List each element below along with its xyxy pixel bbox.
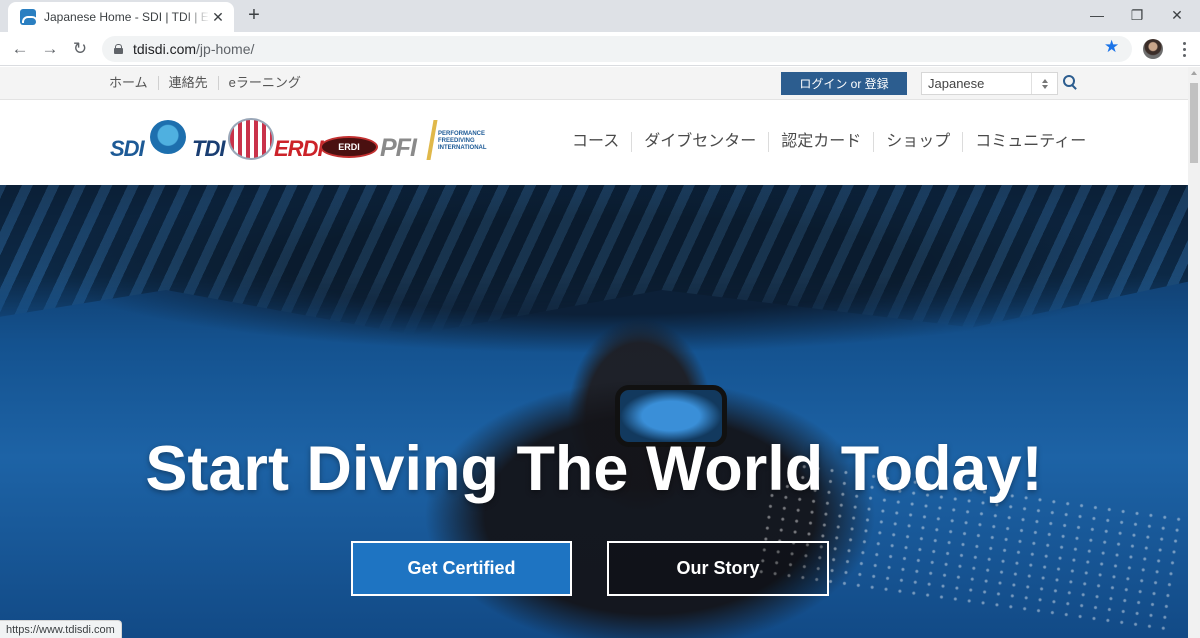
web-page: ホーム 連絡先 eラーニング ログイン or 登録 Japanese SDI T… bbox=[0, 67, 1188, 638]
utility-link-home[interactable]: ホーム bbox=[109, 76, 158, 90]
tdi-logo: TDI bbox=[192, 136, 225, 161]
erdi-logo: ERDI bbox=[274, 136, 324, 161]
browser-toolbar: ← → ↻ tdisdi.com/jp-home/ ★ bbox=[0, 32, 1200, 66]
plus-icon[interactable]: + bbox=[244, 5, 264, 25]
star-icon[interactable]: ★ bbox=[1104, 38, 1119, 55]
erdi-badge-icon: ERDI bbox=[320, 136, 378, 158]
select-arrows-icon bbox=[1031, 73, 1057, 94]
lock-icon[interactable] bbox=[114, 44, 123, 54]
sdi-logo: SDI bbox=[110, 136, 145, 161]
site-header: SDI TDI ERDI ERDI PFI PERFORMANCE FREEDI… bbox=[0, 100, 1188, 185]
nav-item-courses[interactable]: コース bbox=[560, 132, 631, 152]
back-icon[interactable]: ← bbox=[8, 37, 32, 61]
tdi-badge-icon bbox=[228, 118, 274, 160]
utility-links: ホーム 連絡先 eラーニング bbox=[109, 76, 311, 90]
login-register-button[interactable]: ログイン or 登録 bbox=[781, 72, 907, 95]
search-icon[interactable] bbox=[1063, 75, 1078, 90]
scrollbar-thumb[interactable] bbox=[1190, 83, 1198, 163]
sdi-badge-icon bbox=[150, 120, 186, 154]
url-text: tdisdi.com/jp-home/ bbox=[133, 41, 255, 57]
hero-reef-image bbox=[0, 185, 1188, 335]
close-icon[interactable]: ✕ bbox=[210, 9, 226, 25]
page-scrollbar[interactable] bbox=[1188, 67, 1200, 638]
tab-title: Japanese Home - SDI | TDI | ERDI bbox=[44, 10, 210, 24]
kebab-menu-icon[interactable] bbox=[1174, 39, 1194, 59]
language-select-value: Japanese bbox=[928, 76, 985, 91]
link-status-bar: https://www.tdisdi.com bbox=[0, 620, 122, 638]
browser-tab-strip: Japanese Home - SDI | TDI | ERDI ✕ + — ❐… bbox=[0, 0, 1200, 32]
nav-item-community[interactable]: コミュニティー bbox=[962, 132, 1098, 152]
reload-icon[interactable]: ↻ bbox=[68, 37, 92, 61]
our-story-button[interactable]: Our Story bbox=[607, 541, 829, 596]
browser-tab-active[interactable]: Japanese Home - SDI | TDI | ERDI ✕ bbox=[8, 2, 234, 32]
main-navigation: コース ダイブセンター 認定カード ショップ コミュニティー bbox=[560, 132, 1098, 152]
hero-banner: Start Diving The World Today! Get Certif… bbox=[0, 185, 1188, 638]
get-certified-button[interactable]: Get Certified bbox=[351, 541, 572, 596]
favicon-icon bbox=[20, 9, 36, 25]
pfi-swoosh-icon bbox=[426, 120, 438, 160]
hero-title: Start Diving The World Today! bbox=[145, 434, 1043, 504]
address-bar[interactable]: tdisdi.com/jp-home/ bbox=[102, 36, 1132, 62]
scroll-up-icon[interactable] bbox=[1191, 71, 1197, 75]
nav-item-shop[interactable]: ショップ bbox=[873, 132, 962, 152]
profile-avatar[interactable] bbox=[1143, 39, 1163, 59]
utility-bar: ホーム 連絡先 eラーニング ログイン or 登録 Japanese bbox=[0, 67, 1188, 100]
language-select[interactable]: Japanese bbox=[921, 72, 1058, 95]
nav-item-dive-centers[interactable]: ダイブセンター bbox=[631, 132, 768, 152]
nav-item-cert-cards[interactable]: 認定カード bbox=[768, 132, 873, 152]
utility-link-contact[interactable]: 連絡先 bbox=[157, 76, 218, 90]
brand-logos[interactable]: SDI TDI ERDI ERDI PFI PERFORMANCE FREEDI… bbox=[108, 118, 488, 168]
pfi-logo-subtitle: PERFORMANCE FREEDIVING INTERNATIONAL bbox=[438, 131, 487, 151]
pfi-logo: PFI bbox=[380, 134, 417, 162]
forward-icon[interactable]: → bbox=[38, 37, 62, 61]
window-close-icon[interactable]: ✕ bbox=[1154, 0, 1200, 30]
utility-link-elearning[interactable]: eラーニング bbox=[217, 76, 311, 90]
